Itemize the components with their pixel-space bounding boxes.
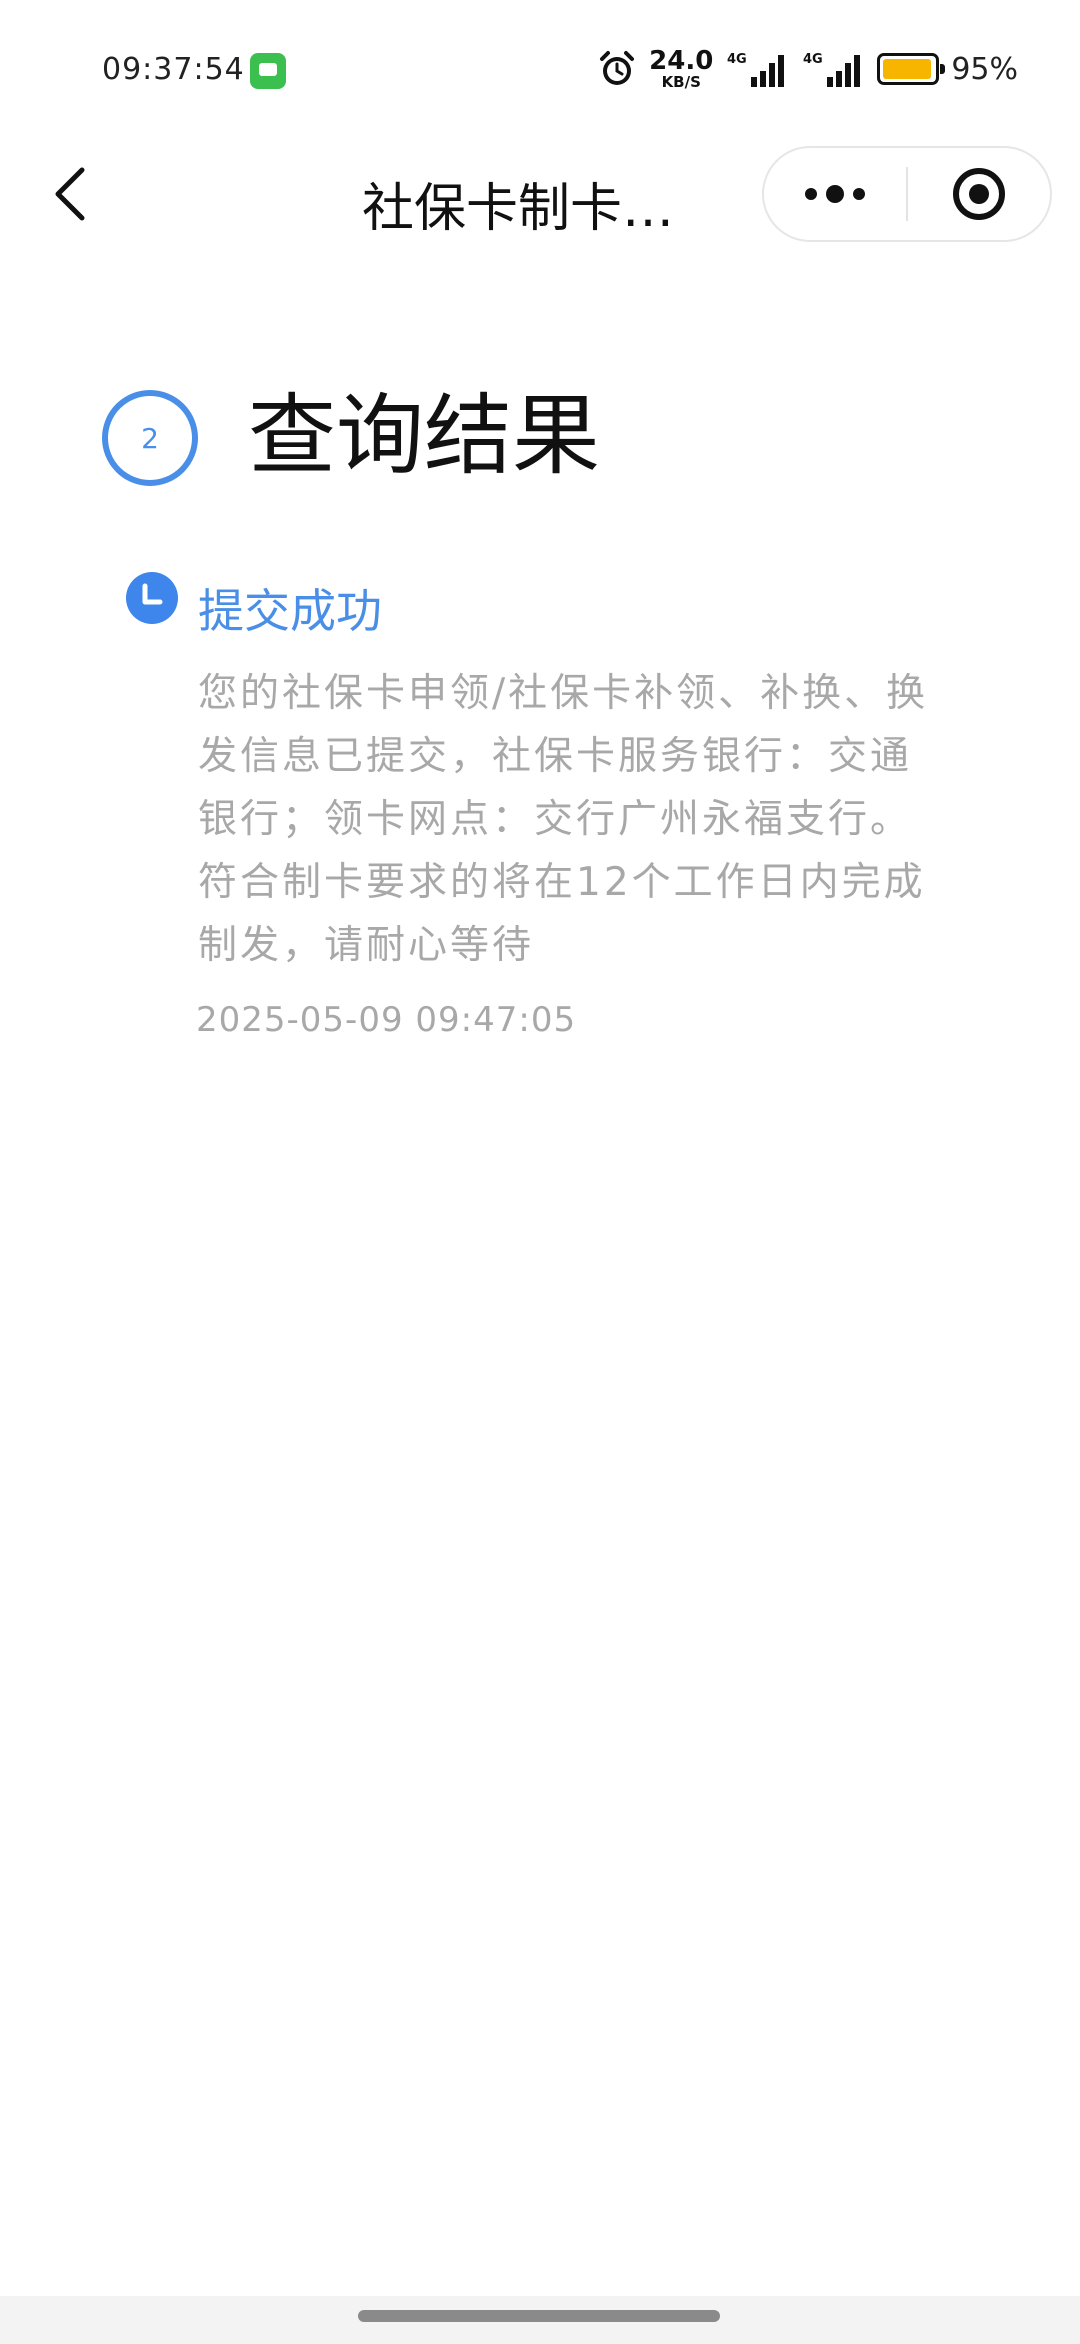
page-title: 社保卡制卡… (362, 179, 675, 239)
net-speed: 24.0 KB/S (649, 48, 713, 90)
gesture-bar-area (0, 2296, 1080, 2344)
net-speed-value: 24.0 (649, 46, 714, 76)
home-indicator[interactable] (358, 2310, 720, 2322)
result-status-title: 提交成功 (198, 584, 382, 638)
signal-icon-2: 4G (803, 52, 861, 87)
step-number-badge: 2 (102, 390, 198, 486)
status-indicators: 24.0 KB/S 4G 4G 95% (597, 44, 1018, 94)
close-program-button[interactable] (908, 148, 1050, 240)
target-icon (953, 168, 1005, 220)
more-icon (805, 185, 865, 203)
network-label-2: 4G (803, 52, 823, 67)
net-speed-unit: KB/S (661, 73, 701, 91)
back-button[interactable] (40, 162, 100, 226)
battery-icon (877, 53, 946, 85)
battery-percent: 95% (951, 51, 1018, 87)
step-title: 查询结果 (248, 384, 601, 487)
message-icon (250, 53, 286, 89)
back-arrow-icon (55, 167, 85, 221)
status-time: 09:37:54 (102, 52, 245, 87)
step-number: 2 (141, 421, 159, 455)
clock-icon (126, 572, 178, 624)
network-label-1: 4G (727, 52, 747, 67)
battery-fill (883, 59, 931, 79)
result-datetime: 2025-05-09 09:47:05 (196, 1000, 577, 1040)
alarm-icon (600, 51, 635, 85)
status-bar: 09:37:54 24.0 KB/S 4G 4G 95% (0, 0, 1080, 140)
result-description: 您的社保卡申领/社保卡补领、补换、换发信息已提交，社保卡服务银行：交通银行；领卡… (198, 671, 929, 968)
nav-bar: 社保卡制卡… (0, 140, 1080, 250)
mini-program-capsule (762, 146, 1052, 242)
signal-icon: 4G (727, 52, 785, 87)
more-button[interactable] (764, 148, 906, 240)
